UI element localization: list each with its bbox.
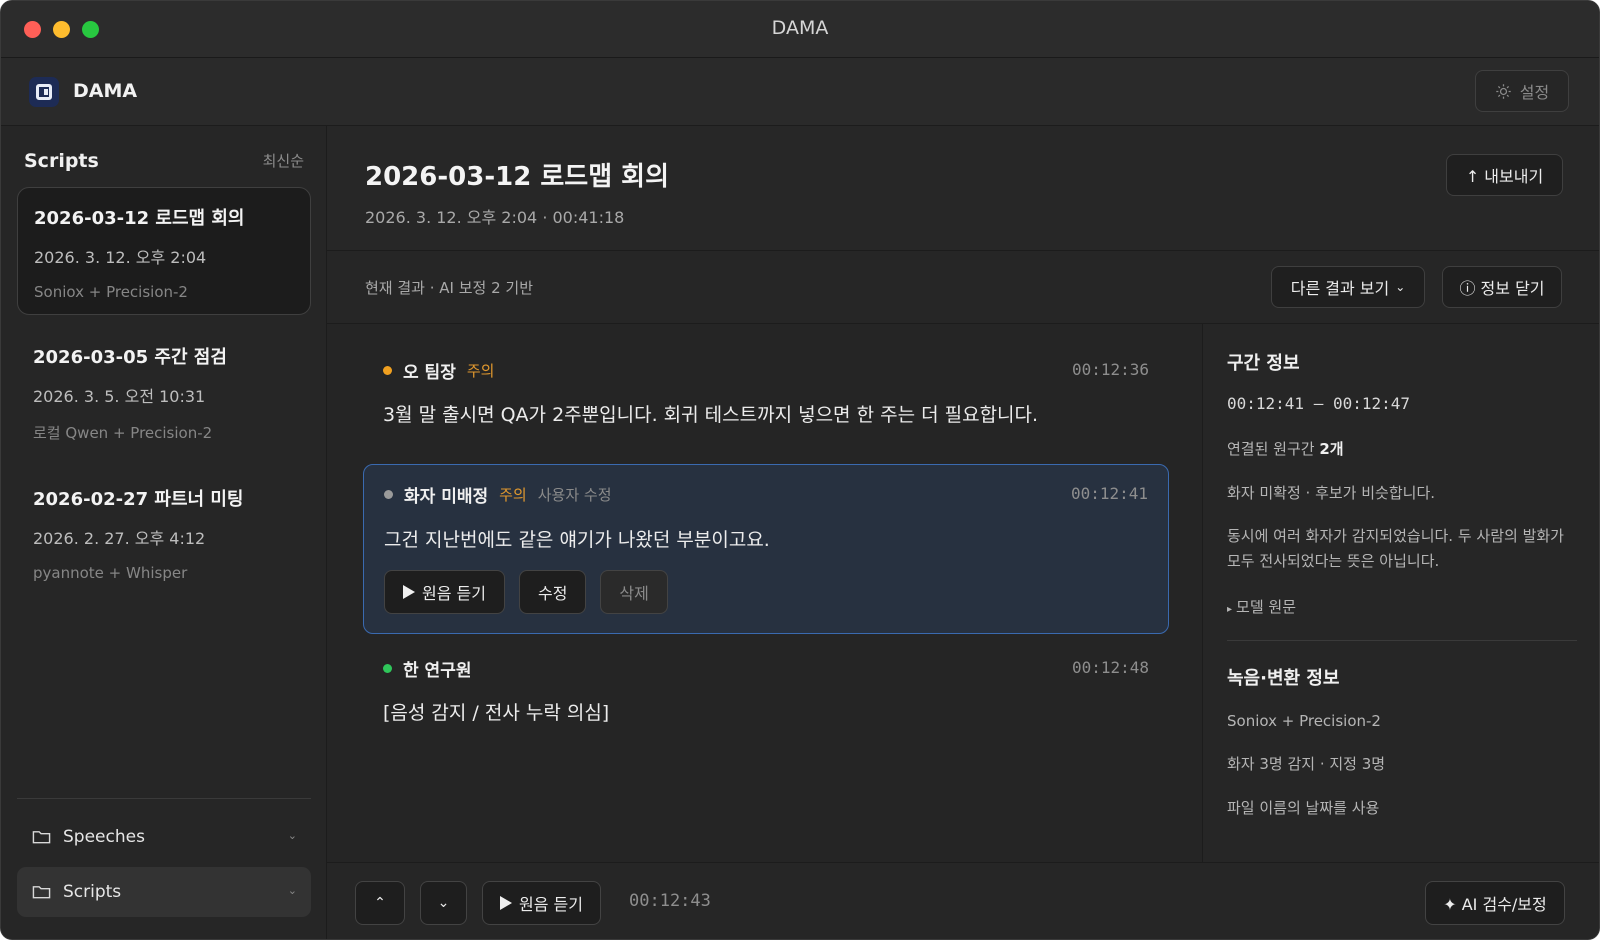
- transcript-segment[interactable]: 한 연구원 00:12:48 [음성 감지 / 전사 누락 의심]: [363, 656, 1169, 726]
- chevron-down-icon: ⌄: [1395, 280, 1406, 294]
- script-model: Soniox + Precision-2: [34, 283, 188, 301]
- play-original-button[interactable]: 원음 듣기: [384, 570, 505, 614]
- sidebar: Scripts 최신순 2026-03-12 로드맵 회의 2026. 3. 1…: [1, 126, 327, 939]
- sun-icon: [1496, 83, 1511, 99]
- model-raw-label: 모델 원문: [1236, 598, 1296, 616]
- info-divider: [1227, 640, 1577, 641]
- speaker-count-info: 화자 3명 감지 · 지정 3명: [1227, 755, 1386, 773]
- ai-review-button[interactable]: ✦ AI 검수/보정: [1425, 881, 1565, 925]
- segment-timestamp[interactable]: 00:12:48: [1072, 658, 1149, 677]
- play-original-bottom-button[interactable]: 원음 듣기: [482, 881, 601, 925]
- play-label: 원음 듣기: [422, 584, 486, 603]
- linked-label: 연결된 원구간: [1227, 440, 1315, 458]
- edited-badge: 사용자 수정: [537, 485, 612, 504]
- script-model: pyannote + Whisper: [33, 564, 188, 582]
- linked-count: 2개: [1319, 440, 1344, 458]
- result-label: 현재 결과 · AI 보정 2 기반: [365, 279, 534, 297]
- previous-segment-button[interactable]: ⌃: [355, 881, 405, 925]
- sidebar-divider: [17, 798, 311, 799]
- play-label: 원음 듣기: [519, 895, 583, 914]
- folder-label: Scripts: [63, 882, 122, 902]
- engine-info: Soniox + Precision-2: [1227, 712, 1381, 730]
- sort-selector[interactable]: 최신순: [263, 150, 304, 171]
- script-item[interactable]: 2026-03-12 로드맵 회의 2026. 3. 12. 오후 2:04 S…: [17, 187, 311, 315]
- linked-segments: 연결된 원구간 2개: [1227, 437, 1577, 462]
- chevron-up-icon: ⌃: [374, 895, 386, 911]
- warning-badge: 주의: [499, 485, 527, 504]
- folder-icon: [32, 831, 51, 844]
- speaker-name: 화자 미배정: [404, 486, 489, 507]
- folder-icon: [32, 886, 51, 899]
- window-title: DAMA: [771, 17, 829, 39]
- document-meta: 2026. 3. 12. 오후 2:04 · 00:41:18: [365, 208, 625, 227]
- transcript-segment-selected[interactable]: 화자 미배정 주의 사용자 수정 00:12:41 그건 지난번에도 같은 얘기…: [363, 464, 1169, 634]
- script-title: 2026-03-05 주간 점검: [33, 347, 227, 368]
- settings-label: 설정: [1519, 83, 1550, 102]
- segment-timestamp[interactable]: 00:12:36: [1072, 360, 1149, 379]
- script-date: 2026. 3. 12. 오후 2:04: [34, 248, 207, 267]
- recording-info-title: 녹음·변환 정보: [1227, 668, 1340, 689]
- segment-text: 3월 말 출시면 QA가 2주뿐입니다. 회귀 테스트까지 넣으면 한 주는 더…: [383, 404, 1039, 426]
- other-results-button[interactable]: 다른 결과 보기 ⌄: [1271, 266, 1425, 308]
- script-date: 2026. 3. 5. 오전 10:31: [33, 387, 206, 406]
- title-bar: DAMA: [1, 1, 1599, 58]
- speaker-name: 한 연구원: [403, 660, 472, 681]
- speaker-name: 오 팀장: [403, 362, 456, 383]
- transcript-list: 오 팀장 주의 00:12:36 3월 말 출시면 QA가 2주뿐입니다. 회귀…: [327, 324, 1203, 862]
- script-item[interactable]: 2026-02-27 파트너 미팅 2026. 2. 27. 오후 4:12 p…: [17, 469, 311, 597]
- speaker-dot: [383, 663, 392, 673]
- folder-label: Speeches: [63, 827, 145, 847]
- speaker-note: 화자 미확정 · 후보가 비슷합니다.: [1227, 484, 1436, 502]
- close-info-button[interactable]: ⓘ 정보 닫기: [1442, 266, 1562, 308]
- other-results-label: 다른 결과 보기: [1290, 279, 1390, 298]
- script-model: 로컬 Qwen + Precision-2: [33, 424, 213, 442]
- script-title: 2026-02-27 파트너 미팅: [33, 489, 244, 510]
- filename-date-info: 파일 이름의 날짜를 사용: [1227, 799, 1380, 817]
- app-header: DAMA 설정: [1, 58, 1599, 126]
- current-time: 00:12:43: [629, 891, 711, 911]
- model-raw-toggle[interactable]: ▸ 모델 원문: [1227, 595, 1577, 622]
- export-button[interactable]: ↑ 내보내기: [1446, 154, 1563, 196]
- chevron-down-icon: ⌄: [287, 829, 297, 842]
- sidebar-title: Scripts: [24, 150, 99, 172]
- warning-badge: 주의: [466, 361, 495, 380]
- play-icon: [500, 896, 513, 910]
- folder-scripts[interactable]: Scripts ⌄: [17, 867, 311, 917]
- speaker-dot: [384, 489, 393, 499]
- delete-button[interactable]: 삭제: [600, 570, 668, 614]
- folder-speeches[interactable]: Speeches ⌄: [17, 812, 311, 862]
- main-area: 2026-03-12 로드맵 회의 2026. 3. 12. 오후 2:04 ·…: [327, 126, 1599, 939]
- document-title: 2026-03-12 로드맵 회의: [365, 162, 670, 192]
- document-header: 2026-03-12 로드맵 회의 2026. 3. 12. 오후 2:04 ·…: [327, 126, 1599, 251]
- segment-text: 그건 지난번에도 같은 얘기가 나왔던 부분이고요.: [384, 529, 770, 551]
- script-date: 2026. 2. 27. 오후 4:12: [33, 529, 206, 548]
- chevron-down-icon: ⌄: [437, 895, 450, 911]
- playback-bar: ⌃ ⌄ 원음 듣기 00:12:43 ✦ AI 검수/보정: [327, 862, 1599, 939]
- segment-text: [음성 감지 / 전사 누락 의심]: [383, 702, 610, 724]
- next-segment-button[interactable]: ⌄: [420, 881, 467, 925]
- play-icon: [403, 585, 415, 599]
- app-name: DAMA: [73, 80, 138, 102]
- app-window: DAMA DAMA 설정 Scripts 최신순 2026-03-12 로드맵 …: [0, 0, 1600, 940]
- overlap-note: 동시에 여러 화자가 감지되었습니다. 두 사람의 발화가 모두 전사되었다는 …: [1227, 527, 1564, 570]
- edit-button[interactable]: 수정: [518, 570, 587, 614]
- chevron-down-icon: ⌄: [287, 884, 297, 897]
- transcript-segment[interactable]: 오 팀장 주의 00:12:36 3월 말 출시면 QA가 2주뿐입니다. 회귀…: [363, 358, 1169, 428]
- script-item[interactable]: 2026-03-05 주간 점검 2026. 3. 5. 오전 10:31 로컬…: [17, 327, 311, 455]
- result-bar: 현재 결과 · AI 보정 2 기반 다른 결과 보기 ⌄ ⓘ 정보 닫기: [327, 251, 1599, 324]
- app-logo-icon: [29, 77, 59, 107]
- segment-range: 00:12:41 – 00:12:47: [1227, 394, 1411, 413]
- segment-info-title: 구간 정보: [1227, 353, 1300, 374]
- segment-timestamp[interactable]: 00:12:41: [1071, 484, 1148, 503]
- script-title: 2026-03-12 로드맵 회의: [34, 208, 245, 229]
- info-panel: 구간 정보 00:12:41 – 00:12:47 연결된 원구간 2개 화자 …: [1203, 324, 1599, 862]
- speaker-dot: [383, 365, 392, 375]
- caret-right-icon: ▸: [1227, 604, 1233, 615]
- settings-button[interactable]: 설정: [1475, 70, 1569, 112]
